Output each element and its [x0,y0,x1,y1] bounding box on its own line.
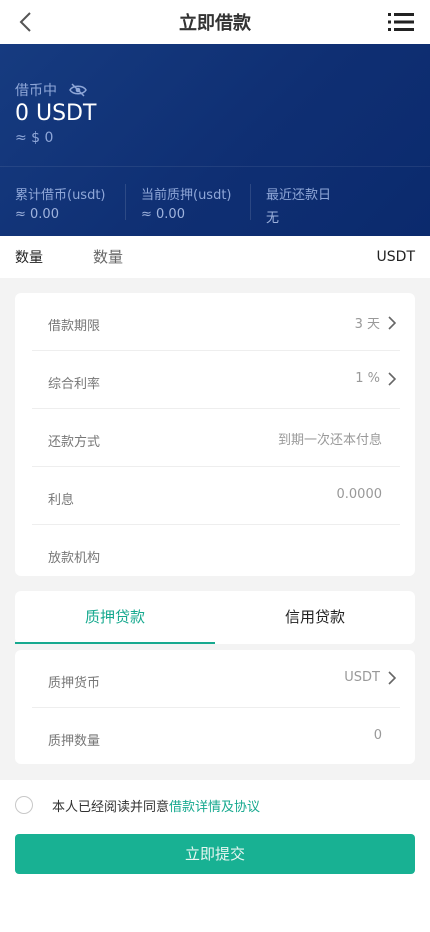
loan-type-tabs: 质押贷款 信用贷款 [15,591,415,644]
stat-value: ≈ 0.00 [141,207,185,222]
interest-rate-row[interactable]: 综合利率 1 % [32,351,400,409]
loan-term-value: 3 天 [354,317,380,332]
chevron-right-icon [388,371,396,386]
agreement-text: 本人已经阅读并同意借款详情及协议 [52,796,260,815]
divider [0,166,430,167]
stat-current-pledge: 当前质押(usdt) ≈ 0.00 [141,184,232,222]
tab-pledge-loan[interactable]: 质押贷款 [15,591,215,644]
tab-credit-loan[interactable]: 信用贷款 [215,591,415,644]
chevron-left-icon[interactable] [14,10,38,34]
collateral-currency-row[interactable]: 质押货币 USDT [32,650,400,708]
list-menu-icon[interactable] [388,12,414,32]
borrowed-amount: 0 USDT [15,101,97,126]
lender-row: 放款机构 [32,525,400,583]
divider [125,184,126,220]
stat-value: 无 [266,211,280,226]
stat-label: 最近还款日 [266,188,332,203]
stat-total-borrowed: 累计借币(usdt) ≈ 0.00 [15,184,106,222]
row-value: 到期一次还本付息 [277,433,382,448]
interest-row: 利息 0.0000 [32,467,400,525]
chevron-right-icon [388,670,396,685]
collateral-card: 质押货币 USDT 质押数量 0 [15,650,415,764]
row-label: 质押数量 [48,734,101,749]
loan-details-card: 借款期限 3 天 综合利率 1 % 还款方式 到期一次还本付息 利息 0.000… [15,293,415,576]
active-tab-indicator [15,642,215,644]
quantity-unit: USDT [376,249,415,265]
row-value: 0 [373,728,382,743]
row-label: 质押货币 [48,676,101,691]
stat-label: 当前质押(usdt) [141,188,232,203]
status-label: 借币中 [15,83,57,99]
quantity-input[interactable] [93,242,343,272]
row-value: 3 天 [355,313,396,332]
loan-status: 借币中 [15,80,87,100]
borrowed-amount-usd: ≈ $ 0 [15,130,54,146]
interest-rate-value: 1 % [355,371,380,386]
agreement-prefix: 本人已经阅读并同意 [52,799,170,815]
eye-off-icon[interactable] [69,83,87,97]
row-label: 放款机构 [48,551,101,566]
agreement-checkbox[interactable] [15,796,33,814]
quantity-row: 数量 USDT [0,236,430,278]
row-label: 综合利率 [48,377,101,392]
row-value: 1 % [355,371,396,386]
submit-button[interactable]: 立即提交 [15,834,415,874]
quantity-label: 数量 [15,250,43,266]
agreement-row: 本人已经阅读并同意借款详情及协议 [15,794,415,816]
row-label: 借款期限 [48,319,101,334]
page-title: 立即借款 [179,13,251,34]
chevron-right-icon [388,315,396,330]
stat-label: 累计借币(usdt) [15,188,106,203]
stat-value: ≈ 0.00 [15,207,59,222]
row-label: 利息 [48,493,75,508]
repayment-method-row: 还款方式 到期一次还本付息 [32,409,400,467]
collateral-currency-value: USDT [344,670,380,685]
row-value: 0.0000 [336,487,383,502]
row-label: 还款方式 [48,435,101,450]
divider [250,184,251,220]
loan-summary-panel: 借币中 0 USDT ≈ $ 0 累计借币(usdt) ≈ 0.00 当前质押(… [0,44,430,236]
stat-next-repayment: 最近还款日 无 [266,184,331,226]
loan-term-row[interactable]: 借款期限 3 天 [32,293,400,351]
collateral-amount-row[interactable]: 质押数量 0 [32,708,400,766]
top-navbar: 立即借款 [0,0,430,44]
agreement-link[interactable]: 借款详情及协议 [169,800,260,815]
row-value: USDT [344,670,396,685]
